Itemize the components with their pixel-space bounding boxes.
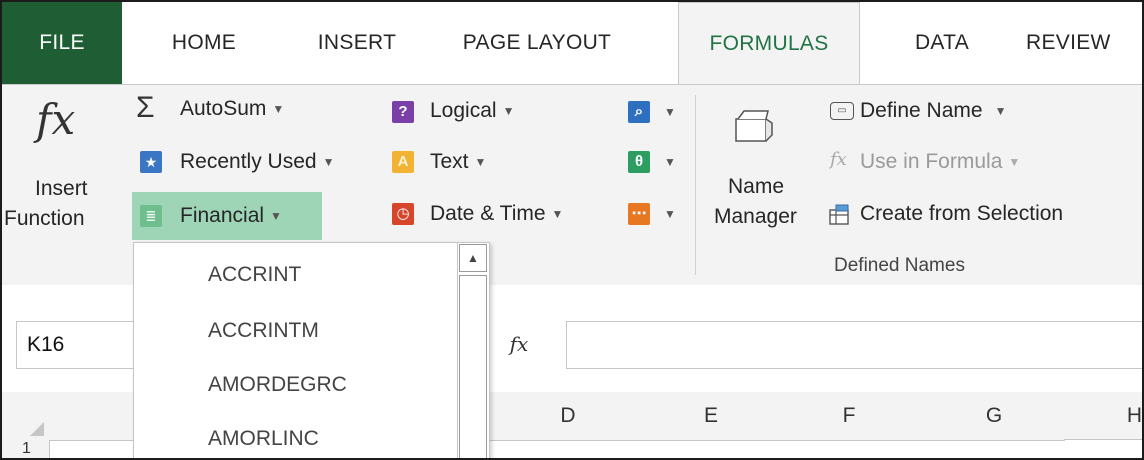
define-name-label: Define Name ▼ <box>860 99 1007 122</box>
create-from-selection-label: Create from Selection <box>860 202 1064 225</box>
ledger-icon: ≣ <box>140 205 162 227</box>
chevron-down-icon: ▼ <box>551 207 564 222</box>
financial-button[interactable]: ≣ Financial ▼ <box>132 192 322 240</box>
math-trig-button[interactable]: θ ▼ <box>626 147 682 181</box>
defined-names-group-label: Defined Names <box>834 255 965 276</box>
menu-scrollbar[interactable]: ▲ <box>457 243 488 458</box>
clock-icon: ◷ <box>392 203 414 225</box>
create-from-selection-icon <box>829 204 849 225</box>
tab-data[interactable]: DATA <box>898 2 986 84</box>
chevron-down-icon: ▼ <box>1008 155 1021 170</box>
logical-button[interactable]: ? Logical ▼ <box>388 97 558 131</box>
column-header-g[interactable]: G <box>924 392 1065 441</box>
financial-label: Financial ▼ <box>180 204 282 227</box>
lookup-icon: ⌕ <box>628 101 650 123</box>
menu-item-amordegrc[interactable]: AMORDEGRC <box>208 373 347 397</box>
fx-icon: fx <box>36 95 76 144</box>
star-icon: ★ <box>140 151 162 173</box>
insert-function-label-1: Insert <box>35 177 88 200</box>
date-time-label: Date & Time ▼ <box>430 202 564 225</box>
name-manager-button[interactable]: Name Manager <box>708 105 818 255</box>
ribbon-tab-bar: FILE HOME INSERT PAGE LAYOUT FORMULAS DA… <box>2 2 1142 85</box>
text-button[interactable]: A Text ▼ <box>388 147 528 181</box>
date-time-button[interactable]: ◷ Date & Time ▼ <box>388 199 598 233</box>
name-manager-label-2: Manager <box>714 205 797 228</box>
chevron-down-icon: ▼ <box>502 104 515 119</box>
menu-item-amorlinc[interactable]: AMORLINC <box>208 427 319 451</box>
scroll-thumb[interactable] <box>459 275 487 458</box>
menu-item-accrint[interactable]: ACCRINT <box>208 263 301 287</box>
insert-function-label-2: Function <box>4 207 85 230</box>
financial-functions-menu: ACCRINT ACCRINTM AMORDEGRC AMORLINC ▲ <box>133 242 490 458</box>
recently-used-label: Recently Used ▼ <box>180 150 335 173</box>
create-from-selection-button[interactable]: Create from Selection <box>826 199 1142 233</box>
logical-label: Logical ▼ <box>430 99 515 122</box>
row-header-1[interactable]: 1 <box>2 440 50 458</box>
text-label: Text ▼ <box>430 150 487 173</box>
column-header-h[interactable]: H <box>1064 392 1142 440</box>
fx-small-icon: fx <box>830 149 847 170</box>
chevron-down-icon: ▼ <box>272 102 285 117</box>
name-manager-icon <box>735 110 773 142</box>
chevron-down-icon: ▼ <box>664 207 676 221</box>
insert-function-icon[interactable]: fx <box>494 321 544 367</box>
name-tag-icon: ▭ <box>830 102 854 120</box>
column-header-d[interactable]: D <box>488 392 649 441</box>
question-icon: ? <box>392 101 414 123</box>
name-manager-label-1: Name <box>728 175 785 198</box>
more-functions-icon: ⋯ <box>628 203 650 225</box>
chevron-down-icon: ▼ <box>664 105 676 119</box>
more-functions-button[interactable]: ⋯ ▼ <box>626 199 682 233</box>
column-header-e[interactable]: E <box>648 392 775 441</box>
column-header-f[interactable]: F <box>774 392 925 441</box>
text-a-icon: A <box>392 151 414 173</box>
name-box[interactable]: K16 <box>16 321 138 369</box>
chevron-down-icon: ▼ <box>664 155 676 169</box>
tab-home[interactable]: HOME <box>154 2 254 84</box>
define-name-button[interactable]: ▭ Define Name ▼ <box>826 97 1086 131</box>
chevron-down-icon: ▼ <box>322 155 335 170</box>
excel-window: FILE HOME INSERT PAGE LAYOUT FORMULAS DA… <box>0 0 1144 460</box>
autosum-label: AutoSum ▼ <box>180 97 285 120</box>
use-in-formula-button[interactable]: fx Use in Formula ▼ <box>826 147 1086 181</box>
menu-item-accrintm[interactable]: ACCRINTM <box>208 319 319 343</box>
sigma-icon: Σ <box>136 91 155 124</box>
recently-used-button[interactable]: ★ Recently Used ▼ <box>136 147 376 181</box>
tab-file[interactable]: FILE <box>2 2 122 84</box>
tab-formulas[interactable]: FORMULAS <box>678 2 860 85</box>
tab-review[interactable]: REVIEW <box>1026 2 1142 84</box>
chevron-down-icon: ▼ <box>994 104 1007 119</box>
theta-icon: θ <box>628 151 650 173</box>
tab-insert[interactable]: INSERT <box>302 2 412 84</box>
select-all-triangle-icon <box>30 422 44 436</box>
select-all-corner[interactable] <box>2 392 51 441</box>
chevron-down-icon: ▼ <box>270 209 282 224</box>
chevron-down-icon: ▼ <box>474 155 487 170</box>
formula-input[interactable] <box>566 321 1142 369</box>
insert-function-button[interactable]: fx Insert Function <box>2 95 128 245</box>
tab-page-layout[interactable]: PAGE LAYOUT <box>448 2 626 84</box>
scroll-up-arrow-icon[interactable]: ▲ <box>459 244 487 272</box>
group-separator <box>695 95 696 275</box>
lookup-reference-button[interactable]: ⌕ ▼ <box>626 97 682 131</box>
use-in-formula-label: Use in Formula ▼ <box>860 150 1021 173</box>
autosum-button[interactable]: Σ AutoSum ▼ <box>136 91 336 129</box>
